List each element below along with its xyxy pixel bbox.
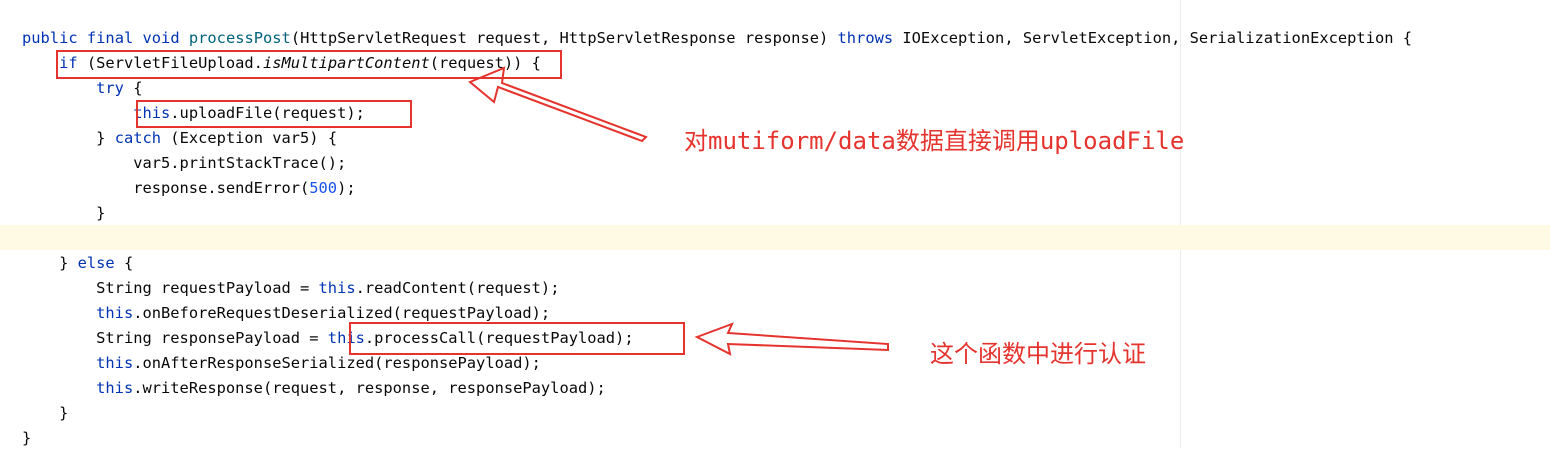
annotation-arrows bbox=[468, 66, 889, 356]
arrow-to-if-condition bbox=[468, 66, 648, 143]
annotation-note-upload: 对mutiform/data数据直接调用uploadFile bbox=[684, 127, 1185, 155]
code-editor[interactable]: public final void processPost(HttpServle… bbox=[0, 0, 1550, 448]
annotation-note-auth: 这个函数中进行认证 bbox=[930, 340, 1146, 368]
arrow-to-process-call bbox=[694, 322, 889, 356]
